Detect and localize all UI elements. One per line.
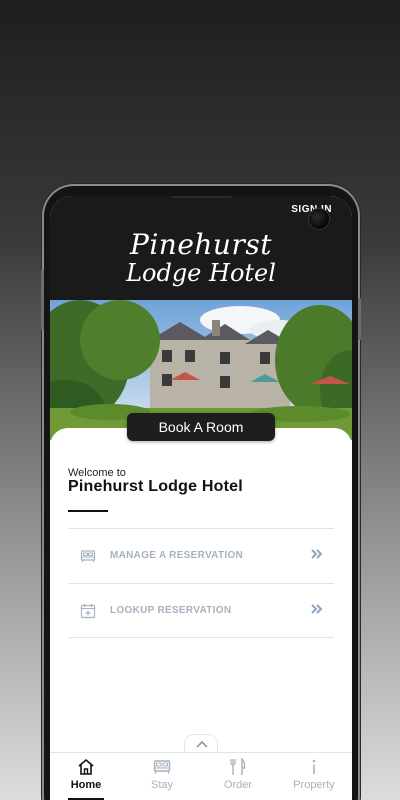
app-header: SIGN IN Pinehurst Lodge Hotel [50,196,352,306]
info-icon [312,759,316,774]
manage-reservation-row[interactable]: MANAGE A RESERVATION [68,528,334,583]
tab-order[interactable]: Order [208,757,268,791]
logo-line-2: Lodge Hotel [126,259,276,287]
bed-icon [153,760,171,774]
lookup-reservation-label: LOOKUP RESERVATION [110,605,232,616]
double-chevron-right-icon [311,604,323,614]
double-chevron-right-icon [311,549,323,559]
tab-home-label: Home [70,779,102,791]
utensils-icon [230,757,246,775]
book-a-room-button[interactable]: Book A Room [127,413,275,441]
chevron-up-icon [196,740,208,748]
home-icon [78,758,94,775]
calendar-add-icon [80,604,96,619]
tab-property[interactable]: Property [284,757,344,791]
tab-stay[interactable]: Stay [132,757,192,791]
phone-power-button [358,298,361,340]
hotel-logo: Pinehurst Lodge Hotel [50,228,352,287]
bottom-tab-bar: Home Stay Order Property [50,752,352,800]
tab-stay-label: Stay [150,779,173,791]
hotel-name-title: Pinehurst Lodge Hotel [68,478,243,495]
bed-icon [80,550,96,562]
lookup-reservation-row[interactable]: LOOKUP RESERVATION [68,583,334,638]
tab-home[interactable]: Home [56,757,116,800]
tab-order-label: Order [223,779,253,791]
expand-tabbar-handle[interactable] [184,734,218,752]
phone-speaker [170,196,232,198]
title-underline [68,510,108,512]
tab-property-label: Property [293,779,335,791]
phone-volume-button [41,270,44,330]
app-screen: SIGN IN Pinehurst Lodge Hotel Book A Roo… [50,196,352,800]
logo-line-1: Pinehurst [130,228,272,261]
manage-reservation-label: MANAGE A RESERVATION [110,550,244,561]
front-camera [308,208,330,230]
